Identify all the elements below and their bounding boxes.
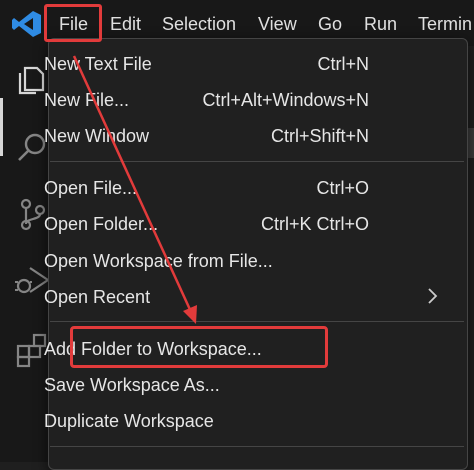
vscode-logo-icon[interactable]	[12, 10, 42, 38]
menu-item-new-text-file[interactable]: New Text File Ctrl+N	[44, 46, 414, 82]
menu-item-shortcut: Ctrl+Alt+Windows+N	[202, 90, 369, 110]
menu-item-label: New File...	[44, 90, 130, 110]
menu-item-new-window[interactable]: New Window Ctrl+Shift+N	[44, 118, 414, 154]
menu-go[interactable]: Go	[318, 12, 342, 36]
menu-terminal[interactable]: Termin	[418, 12, 472, 36]
chevron-right-icon	[428, 288, 438, 304]
menu-run[interactable]: Run	[364, 12, 397, 36]
menu-item-save-workspace-as[interactable]: Save Workspace As...	[44, 367, 414, 403]
menu-item-label: Save Workspace As...	[44, 375, 220, 395]
menu-item-open-file[interactable]: Open File... Ctrl+O	[44, 170, 414, 206]
menu-separator	[50, 446, 464, 447]
menu-view[interactable]: View	[258, 12, 297, 36]
menu-item-open-workspace-from-file[interactable]: Open Workspace from File...	[44, 243, 414, 279]
menu-item-duplicate-workspace[interactable]: Duplicate Workspace	[44, 403, 414, 439]
menu-item-shortcut: Ctrl+O	[316, 178, 369, 198]
menu-item-open-recent[interactable]: Open Recent	[44, 279, 414, 315]
menu-item-label: New Text File	[44, 54, 152, 74]
menu-item-new-file[interactable]: New File... Ctrl+Alt+Windows+N	[44, 82, 414, 118]
menu-item-shortcut: Ctrl+N	[317, 54, 369, 74]
menu-separator	[50, 321, 464, 322]
menu-item-open-folder[interactable]: Open Folder... Ctrl+K Ctrl+O	[44, 206, 414, 242]
menu-item-label: Open Folder...	[44, 214, 159, 234]
menu-item-label: Open Recent	[44, 287, 151, 307]
menu-item-label: Open File...	[44, 178, 138, 198]
menu-selection[interactable]: Selection	[162, 12, 236, 36]
menu-item-label: New Window	[44, 126, 150, 146]
menu-item-label: Duplicate Workspace	[44, 411, 214, 431]
menu-item-shortcut: Ctrl+K Ctrl+O	[260, 214, 369, 234]
menu-item-shortcut: Ctrl+Shift+N	[270, 126, 369, 146]
menu-edit[interactable]: Edit	[110, 12, 141, 36]
file-menu-highlight-box	[44, 4, 102, 42]
menu-separator	[50, 161, 464, 162]
menu-item-label: Open Workspace from File...	[44, 251, 273, 271]
active-indicator	[0, 98, 3, 156]
add-folder-highlight-box	[70, 326, 328, 368]
